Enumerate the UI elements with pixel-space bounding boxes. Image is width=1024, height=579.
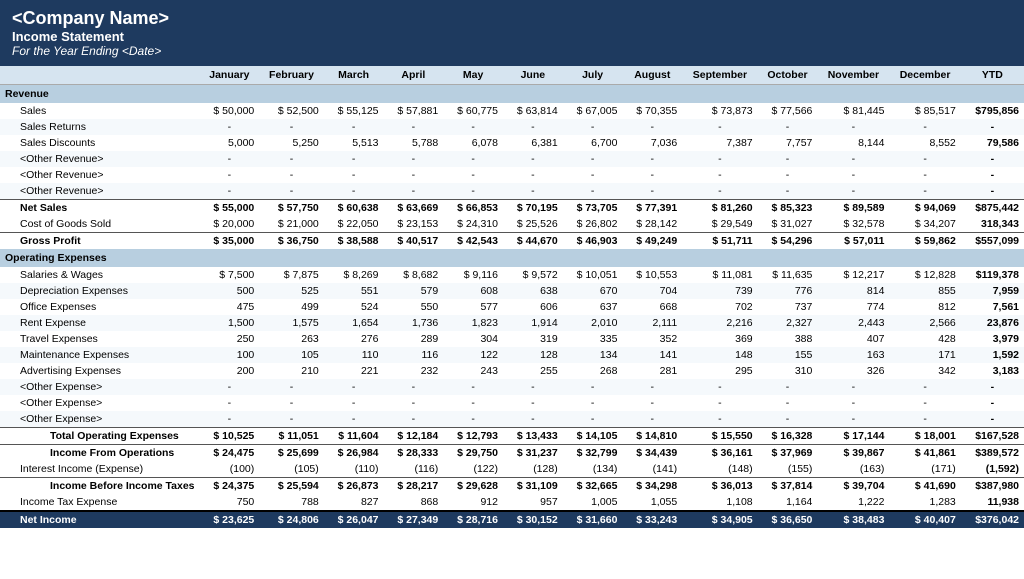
row-label: <Other Revenue> <box>0 151 200 167</box>
subtotal-label: Gross Profit <box>0 233 200 250</box>
col-header-jul: July <box>563 66 623 85</box>
col-header-aug: August <box>622 66 682 85</box>
col-header-dec: December <box>889 66 960 85</box>
col-header-feb: February <box>259 66 324 85</box>
col-header-label <box>0 66 200 85</box>
interest-income-row: Interest Income (Expense)(100)(105)(110)… <box>0 461 1024 478</box>
op-expense-row-1: Depreciation Expenses5005255515796086386… <box>0 283 1024 299</box>
col-header-mar: March <box>324 66 384 85</box>
row-label: Salaries & Wages <box>0 267 200 283</box>
op-expense-row-4: Travel Expenses2502632762893043193353523… <box>0 331 1024 347</box>
row-label: Income Tax Expense <box>0 494 200 511</box>
subtotal-label: Total Operating Expenses <box>0 428 200 445</box>
col-header-apr: April <box>384 66 444 85</box>
revenue-row-2: Sales Discounts5,0005,2505,5135,7886,078… <box>0 135 1024 151</box>
revenue-section-header: Revenue <box>0 85 1024 104</box>
report-subtitle: For the Year Ending <Date> <box>12 44 1012 58</box>
col-header-oct: October <box>758 66 818 85</box>
row-label: Maintenance Expenses <box>0 347 200 363</box>
subtotal-label: Income Before Income Taxes <box>0 478 200 495</box>
net-income-label: Net Income <box>0 511 200 528</box>
col-header-jun: June <box>503 66 563 85</box>
income-tax-row: Income Tax Expense7507888278689129571,00… <box>0 494 1024 511</box>
table-wrapper: January February March April May June Ju… <box>0 66 1024 528</box>
col-header-may: May <box>443 66 503 85</box>
net-sales-row: Net Sales$ 55,000$ 57,750$ 60,638$ 63,66… <box>0 200 1024 217</box>
op-expense-row-3: Rent Expense1,5001,5751,6541,7361,8231,9… <box>0 315 1024 331</box>
column-header-row: January February March April May June Ju… <box>0 66 1024 85</box>
row-label: Rent Expense <box>0 315 200 331</box>
op-expense-row-2: Office Expenses4754995245505776066376687… <box>0 299 1024 315</box>
income-statement-table: January February March April May June Ju… <box>0 66 1024 528</box>
col-header-jan: January <box>200 66 260 85</box>
report-title: Income Statement <box>12 29 1012 44</box>
col-header-nov: November <box>817 66 889 85</box>
row-label: <Other Revenue> <box>0 183 200 200</box>
net-income-row: Net Income$ 23,625$ 24,806$ 26,047$ 27,3… <box>0 511 1024 528</box>
op-expense-row-8: <Other Expense>------------- <box>0 395 1024 411</box>
total-operating-row: Total Operating Expenses$ 10,525$ 11,051… <box>0 428 1024 445</box>
op-expense-row-5: Maintenance Expenses10010511011612212813… <box>0 347 1024 363</box>
row-label: <Other Revenue> <box>0 167 200 183</box>
operating-section-header: Operating Expenses <box>0 249 1024 267</box>
revenue-row-0: Sales$ 50,000$ 52,500$ 55,125$ 57,881$ 6… <box>0 103 1024 119</box>
row-label: Sales Returns <box>0 119 200 135</box>
row-label: <Other Expense> <box>0 411 200 428</box>
row-label: Depreciation Expenses <box>0 283 200 299</box>
header: <Company Name> Income Statement For the … <box>0 0 1024 66</box>
revenue-row-3: <Other Revenue>------------- <box>0 151 1024 167</box>
row-label: Sales <box>0 103 200 119</box>
subtotal-label: Net Sales <box>0 200 200 217</box>
revenue-row-1: Sales Returns------------- <box>0 119 1024 135</box>
row-label: Office Expenses <box>0 299 200 315</box>
col-header-sep: September <box>682 66 757 85</box>
op-expense-row-6: Advertising Expenses20021022123224325526… <box>0 363 1024 379</box>
op-expense-row-7: <Other Expense>------------- <box>0 379 1024 395</box>
row-label: <Other Expense> <box>0 379 200 395</box>
row-label: Advertising Expenses <box>0 363 200 379</box>
subtotal-label: Income From Operations <box>0 445 200 462</box>
row-label: Travel Expenses <box>0 331 200 347</box>
income-before-tax-row: Income Before Income Taxes$ 24,375$ 25,5… <box>0 478 1024 495</box>
row-label: <Other Expense> <box>0 395 200 411</box>
company-name: <Company Name> <box>12 8 1012 29</box>
op-expense-row-0: Salaries & Wages$ 7,500$ 7,875$ 8,269$ 8… <box>0 267 1024 283</box>
income-from-ops-row: Income From Operations$ 24,475$ 25,699$ … <box>0 445 1024 462</box>
gross-profit-row: Gross Profit$ 35,000$ 36,750$ 38,588$ 40… <box>0 233 1024 250</box>
row-label: Cost of Goods Sold <box>0 216 200 233</box>
revenue-row-5: <Other Revenue>------------- <box>0 183 1024 200</box>
row-label: Sales Discounts <box>0 135 200 151</box>
row-label: Interest Income (Expense) <box>0 461 200 478</box>
op-expense-row-9: <Other Expense>------------- <box>0 411 1024 428</box>
col-header-ytd: YTD <box>961 66 1024 85</box>
revenue-row-4: <Other Revenue>------------- <box>0 167 1024 183</box>
cogs-row: Cost of Goods Sold$ 20,000$ 21,000$ 22,0… <box>0 216 1024 233</box>
